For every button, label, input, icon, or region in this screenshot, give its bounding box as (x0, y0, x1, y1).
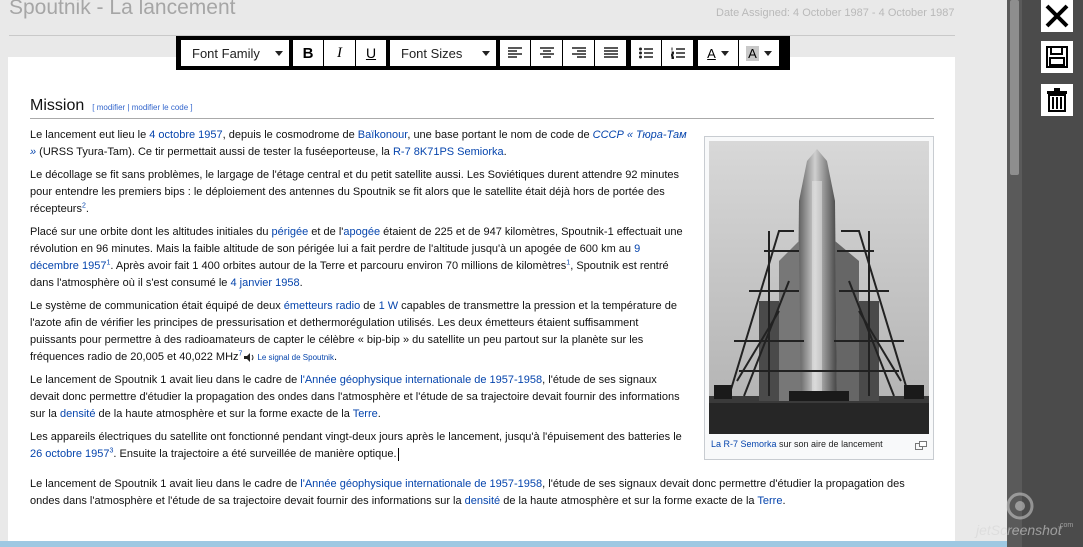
align-right-button[interactable] (563, 40, 594, 66)
paragraph-5: Le lancement de Spoutnik 1 avait lieu da… (30, 374, 680, 420)
link-date[interactable]: 26 octobre 1957 (30, 448, 110, 460)
chevron-down-icon (275, 50, 283, 56)
font-color-icon: A (707, 45, 716, 61)
link-place[interactable]: Baïkonour (358, 129, 408, 141)
paragraph-1: Le lancement eut lieu le 4 octobre 1957,… (30, 129, 687, 158)
image-thumbnail: La R-7 Semorka sur son aire de lancement (704, 136, 934, 460)
highlight-color-button[interactable]: A (739, 40, 779, 66)
speaker-icon[interactable] (244, 352, 255, 362)
link-earth[interactable]: Terre (353, 408, 378, 420)
paragraph-2: Le décollage se fit sans problèmes, le l… (30, 169, 680, 215)
save-button[interactable] (1041, 41, 1073, 73)
rocket-photo[interactable] (709, 141, 929, 434)
save-icon (1046, 46, 1068, 68)
sound-link[interactable]: Le signal de Spoutnik (257, 353, 334, 362)
bold-button[interactable]: B (293, 40, 323, 66)
font-size-label: Font Sizes (401, 45, 463, 61)
link-apogee[interactable]: apogée (343, 226, 380, 238)
align-left-icon (508, 47, 522, 58)
font-family-select[interactable]: Font Family (181, 40, 289, 66)
link-earth[interactable]: Terre (757, 495, 782, 507)
numbered-list-icon (670, 47, 685, 59)
link-date[interactable]: 4 octobre 1957 (149, 129, 222, 141)
align-center-icon (539, 47, 554, 58)
paragraph-7: Le lancement de Spoutnik 1 avait lieu da… (30, 478, 905, 507)
close-button[interactable] (1041, 0, 1073, 32)
page-title: Spoutnik - La lancement (9, 0, 236, 19)
align-right-icon (571, 47, 586, 58)
chevron-down-icon (763, 50, 772, 56)
section-heading: Mission (30, 97, 85, 114)
link-perigee[interactable]: périgée (272, 226, 309, 238)
link-igy[interactable]: l'Année géophysique internationale de 19… (300, 478, 542, 490)
text-cursor (397, 447, 399, 461)
link-rocket[interactable]: R-7 8K71PS Semiorka (393, 146, 504, 158)
font-color-button[interactable]: A (698, 40, 738, 66)
formatting-toolbar: Font Family B I U Font Sizes A A (176, 36, 790, 70)
edit-links[interactable]: [ modifier | modifier le code ] (92, 103, 192, 112)
highlight-icon: A (746, 45, 759, 61)
align-left-button[interactable] (500, 40, 530, 66)
section-heading-row: Mission [ modifier | modifier le code ] (30, 97, 934, 119)
close-icon (1045, 4, 1069, 28)
bullet-list-icon (639, 47, 653, 59)
watermark-logo: jetScreenshot .com (974, 492, 1073, 538)
delete-button[interactable] (1041, 84, 1073, 116)
scrollbar-thumb[interactable] (1010, 0, 1019, 175)
align-justify-button[interactable] (595, 40, 626, 66)
link-density[interactable]: densité (60, 408, 95, 420)
paragraph-4: Le système de communication était équipé… (30, 300, 677, 363)
image-caption: La R-7 Semorka sur son aire de lancement (711, 439, 883, 449)
link-density[interactable]: densité (465, 495, 500, 507)
trash-icon (1047, 88, 1067, 112)
link-caption[interactable]: La R-7 Semorka (711, 439, 777, 449)
font-family-label: Font Family (192, 45, 260, 61)
bullet-list-button[interactable] (631, 40, 661, 66)
chevron-down-icon (720, 50, 729, 56)
enlarge-icon[interactable] (915, 441, 927, 450)
link-emitters[interactable]: émetteurs radio (284, 300, 360, 312)
side-panel (1022, 0, 1083, 547)
rich-text-editor[interactable]: Mission [ modifier | modifier le code ] … (8, 57, 955, 541)
link-date[interactable]: 4 janvier 1958 (230, 277, 299, 289)
link-power[interactable]: 1 W (379, 300, 399, 312)
align-justify-icon (603, 47, 618, 58)
date-assigned: Date Assigned: 4 October 1987 - 4 Octobe… (716, 7, 955, 19)
italic-button[interactable]: I (324, 40, 355, 66)
chevron-down-icon (482, 50, 490, 56)
link-igy[interactable]: l'Année géophysique internationale de 19… (300, 374, 542, 386)
footnote-ref[interactable]: 7 (239, 350, 243, 357)
font-size-select[interactable]: Font Sizes (390, 40, 496, 66)
align-center-button[interactable] (531, 40, 562, 66)
numbered-list-button[interactable] (662, 40, 693, 66)
bottom-border (0, 541, 1007, 547)
underline-button[interactable]: U (356, 40, 386, 66)
watermark-text: jetScreenshot (974, 522, 1063, 538)
paragraph-6: Les appareils électriques du satellite o… (30, 431, 682, 461)
watermark-suffix: .com (1058, 522, 1073, 529)
paragraph-3: Placé sur une orbite dont les altitudes … (30, 226, 683, 289)
